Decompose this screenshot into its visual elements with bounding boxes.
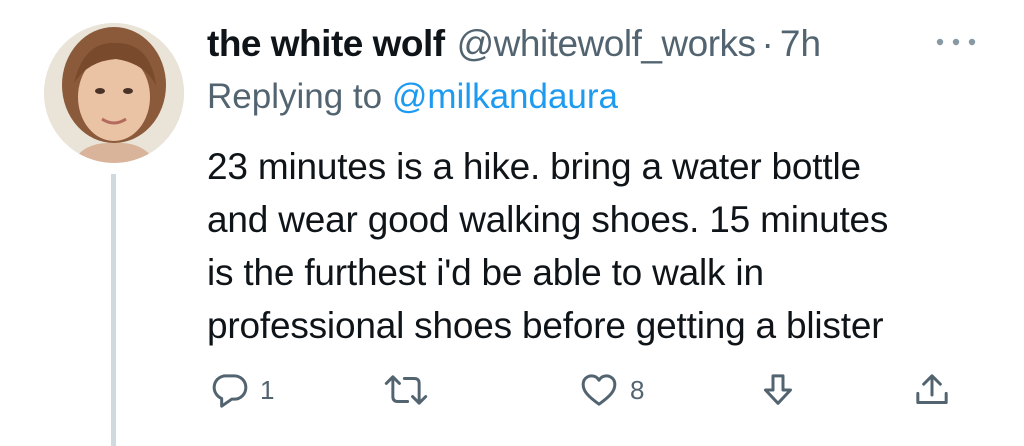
- tweet: the white wolf @whitewolf_works · 7h Rep…: [0, 0, 1024, 446]
- separator-dot: ·: [761, 23, 774, 64]
- replying-to-mention[interactable]: @milkandaura: [392, 77, 618, 116]
- replying-to-label: Replying to: [207, 77, 392, 116]
- more-button[interactable]: [931, 28, 981, 56]
- avatar-image: [44, 23, 184, 163]
- tweet-text-line: is the furthest i'd be able to walk in: [207, 252, 764, 293]
- reply-button[interactable]: 1: [210, 366, 274, 414]
- tweet-text-line: and wear good walking shoes. 15 minutes: [207, 199, 889, 240]
- like-button[interactable]: 8: [578, 366, 644, 414]
- reply-count: 1: [260, 374, 275, 405]
- like-count: 8: [630, 374, 645, 405]
- user-handle[interactable]: @whitewolf_works: [457, 18, 756, 70]
- timestamp[interactable]: 7h: [780, 18, 821, 70]
- share-button[interactable]: [758, 366, 798, 414]
- reply-icon: [210, 370, 250, 410]
- retweet-button[interactable]: [383, 366, 439, 414]
- action-bar: 1 8: [0, 366, 1024, 414]
- upload-button[interactable]: [912, 366, 952, 414]
- retweet-icon: [383, 370, 429, 410]
- avatar[interactable]: [44, 23, 184, 163]
- tweet-text-line: 23 minutes is a hike. bring a water bott…: [207, 146, 861, 187]
- more-icon: [936, 38, 976, 46]
- tweet-text: 23 minutes is a hike. bring a water bott…: [207, 140, 997, 352]
- tweet-header: the white wolf @whitewolf_works · 7h: [207, 18, 821, 70]
- tweet-text-line: professional shoes before getting a blis…: [207, 305, 884, 346]
- like-icon: [578, 370, 620, 410]
- share-icon: [758, 370, 798, 410]
- replying-to: Replying to @milkandaura: [207, 73, 618, 121]
- upload-icon: [912, 370, 952, 410]
- display-name[interactable]: the white wolf: [207, 18, 445, 70]
